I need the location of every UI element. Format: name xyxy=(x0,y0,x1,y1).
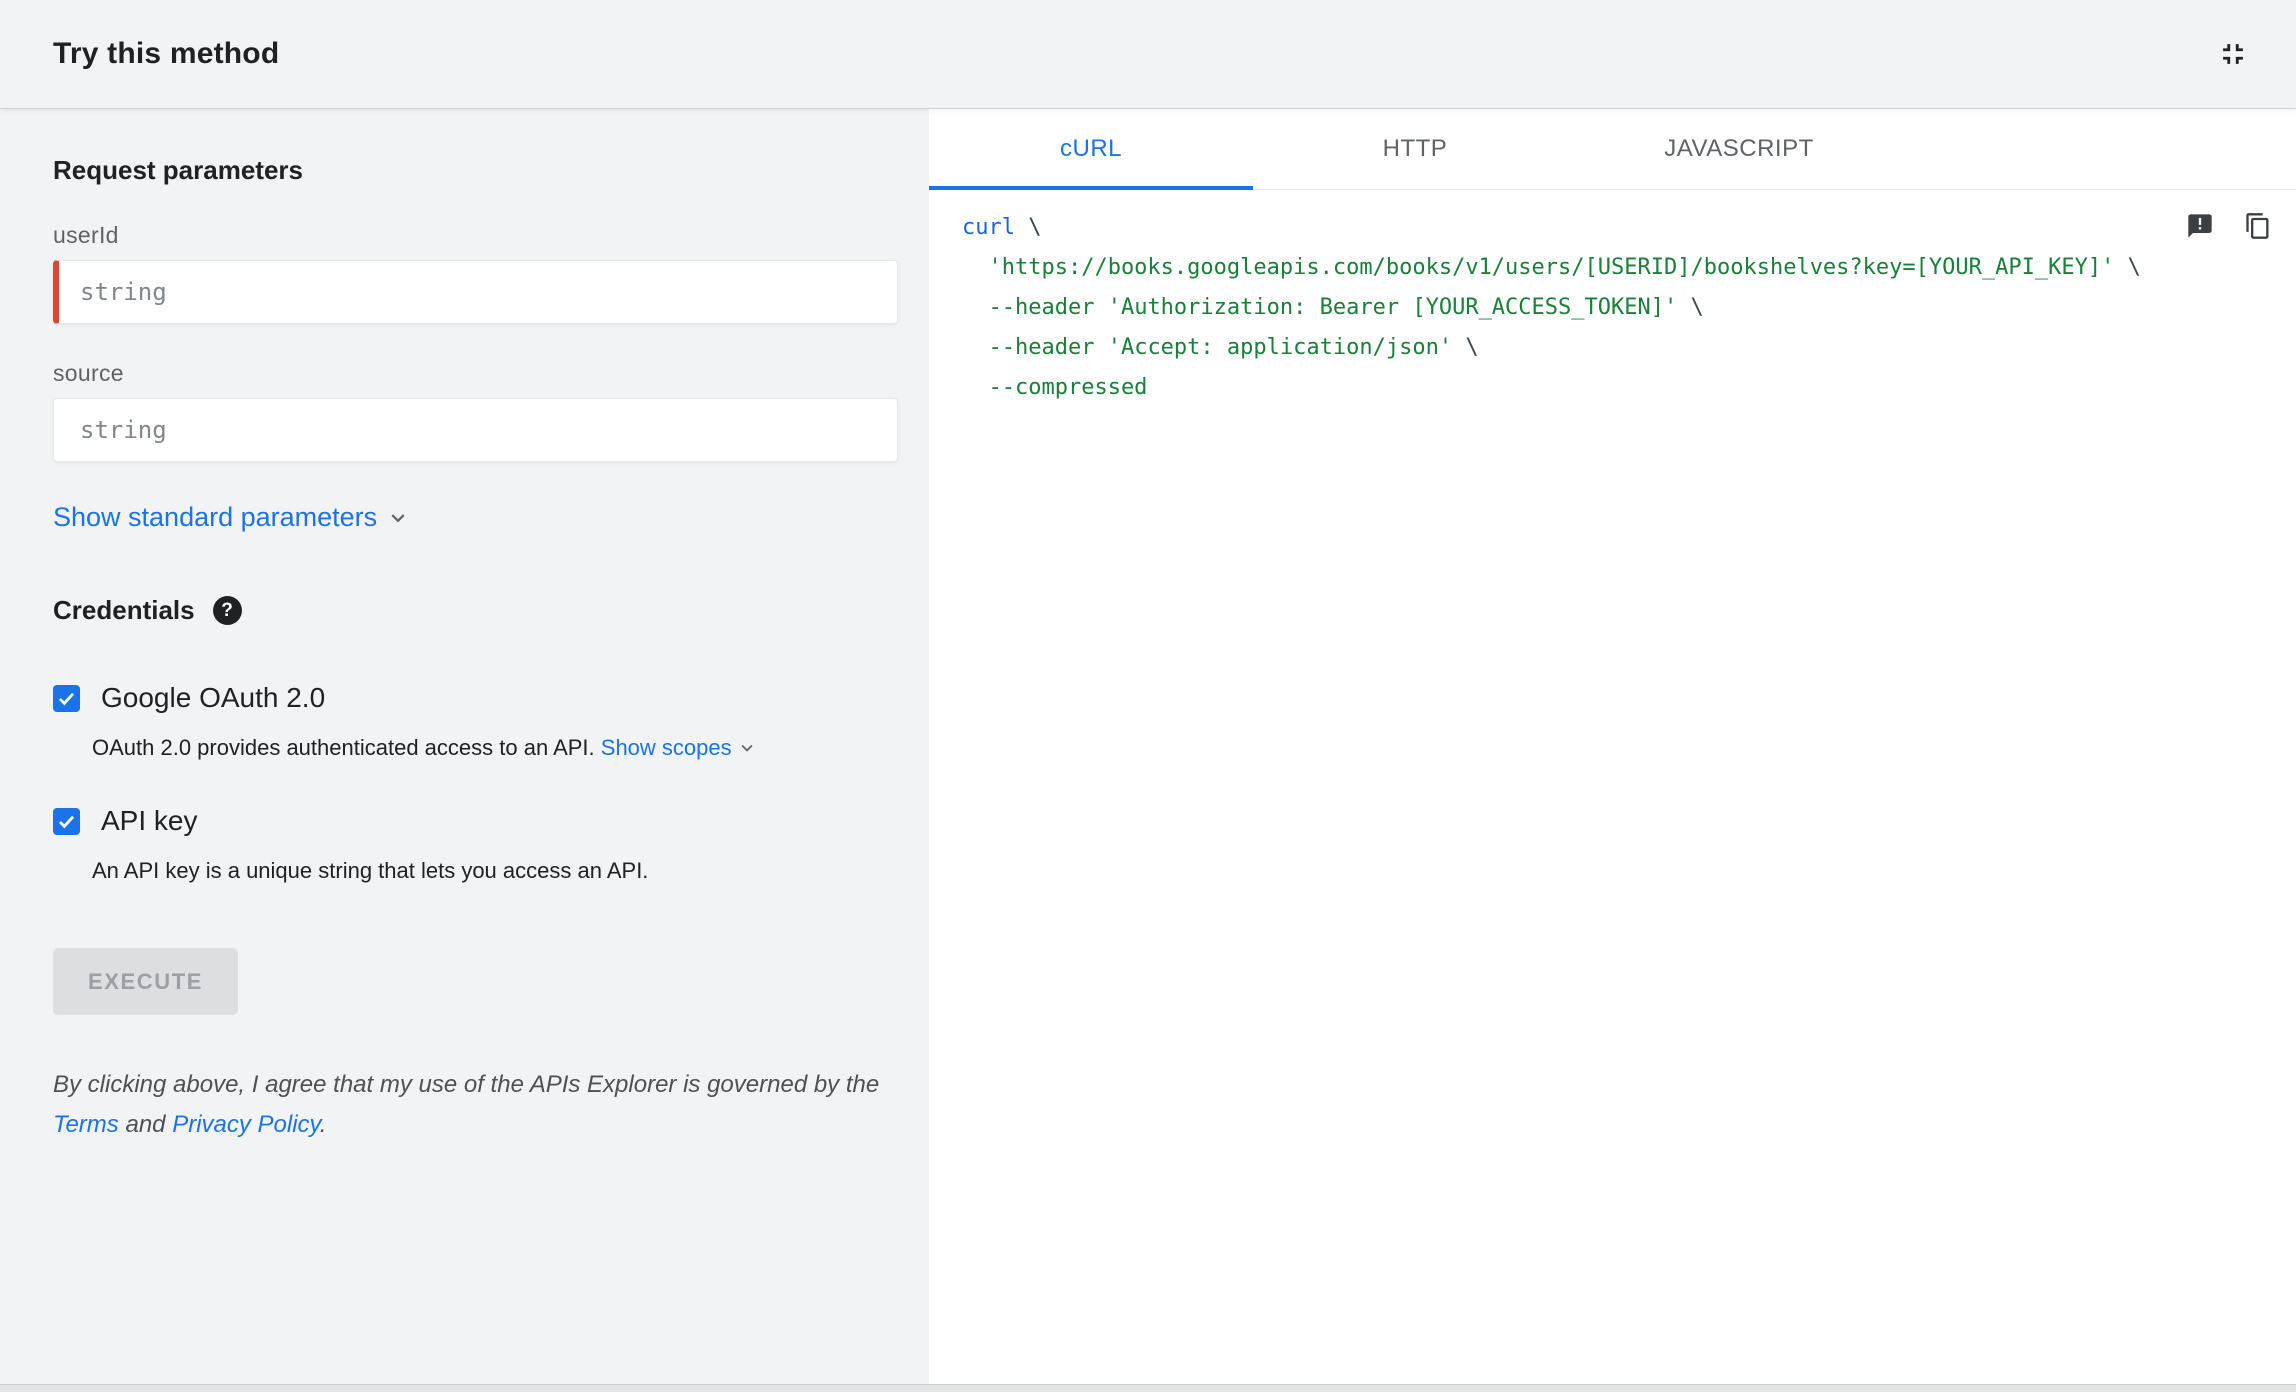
tab-javascript[interactable]: JAVASCRIPT xyxy=(1577,109,1901,189)
code-token: \ xyxy=(1452,335,1479,360)
api-key-label: API key xyxy=(101,805,198,836)
copy-code-button[interactable] xyxy=(2240,208,2276,244)
code-token: curl xyxy=(962,215,1015,240)
code-token: \ xyxy=(1677,295,1704,320)
code-sample-panel: cURL HTTP JAVASCRIPT curl \ 'https://boo… xyxy=(929,109,2296,1384)
tab-http-label: HTTP xyxy=(1382,135,1448,162)
copy-icon xyxy=(2246,213,2269,239)
field-userid-label: userId xyxy=(53,222,119,248)
disclaimer-text: By clicking above, I agree that my use o… xyxy=(53,1071,880,1098)
show-standard-parameters-link[interactable]: Show standard parameters xyxy=(53,502,411,533)
tab-http[interactable]: HTTP xyxy=(1253,109,1577,189)
tab-curl[interactable]: cURL xyxy=(929,109,1253,190)
privacy-policy-link[interactable]: Privacy Policy xyxy=(172,1111,320,1138)
request-parameters-title: Request parameters xyxy=(53,155,303,185)
show-scopes-label: Show scopes xyxy=(600,735,732,760)
api-key-checkbox[interactable] xyxy=(53,807,80,835)
code-line: --header 'Authorization: Bearer [YOUR_AC… xyxy=(962,288,2206,328)
feedback-button[interactable] xyxy=(2182,208,2218,244)
field-source: source xyxy=(53,360,898,462)
source-input[interactable] xyxy=(53,398,898,462)
show-scopes-link[interactable]: Show scopes xyxy=(601,735,758,761)
feedback-icon xyxy=(2188,214,2212,238)
disclaimer-end: . xyxy=(319,1111,327,1138)
chevron-down-icon xyxy=(741,744,753,752)
request-panel: Request parameters userId source Show st… xyxy=(0,109,929,1384)
code-line: 'https://books.googleapis.com/books/v1/u… xyxy=(962,248,2206,288)
execute-button[interactable]: EXECUTE xyxy=(53,948,238,1015)
code-token: 'Authorization: Bearer [YOUR_ACCESS_TOKE… xyxy=(1107,295,1678,320)
code-token: \ xyxy=(2114,255,2141,280)
oauth-description-text: OAuth 2.0 provides authenticated access … xyxy=(92,735,601,760)
fullscreen-exit-button[interactable] xyxy=(2212,33,2254,75)
main-content: Request parameters userId source Show st… xyxy=(0,109,2296,1385)
show-standard-parameters-label: Show standard parameters xyxy=(53,502,378,532)
try-this-method-panel: Try this method Request parameters userI… xyxy=(0,0,2296,1385)
code-token: \ xyxy=(1014,215,1042,240)
oauth-label: Google OAuth 2.0 xyxy=(101,682,326,713)
oauth-checkbox-row: Google OAuth 2.0 xyxy=(53,682,929,714)
api-key-checkbox-row: API key xyxy=(53,805,929,837)
code-token: 'Accept: application/json' xyxy=(1107,335,1453,360)
tab-javascript-label: JAVASCRIPT xyxy=(1664,135,1814,162)
code-token: --compressed xyxy=(962,375,1148,400)
fullscreen-exit-icon xyxy=(2223,44,2243,64)
credentials-header: Credentials ? xyxy=(53,595,929,626)
panel-header: Try this method xyxy=(0,0,2296,109)
check-icon xyxy=(58,815,75,828)
disclaimer: By clicking above, I agree that my use o… xyxy=(53,1065,903,1145)
code-actions xyxy=(2182,208,2276,244)
code-area: curl \ 'https://books.googleapis.com/boo… xyxy=(929,190,2296,1384)
chevron-down-icon xyxy=(391,513,405,522)
terms-link[interactable]: Terms xyxy=(53,1111,119,1138)
api-key-description: An API key is a unique string that lets … xyxy=(92,858,649,883)
oauth-description: OAuth 2.0 provides authenticated access … xyxy=(92,735,882,761)
credentials-title: Credentials xyxy=(53,595,195,625)
field-source-label: source xyxy=(53,360,124,386)
userid-input[interactable] xyxy=(53,260,898,324)
oauth-checkbox[interactable] xyxy=(53,684,80,712)
panel-title: Try this method xyxy=(53,37,280,70)
tab-curl-label: cURL xyxy=(1059,135,1122,162)
code-block: curl \ 'https://books.googleapis.com/boo… xyxy=(962,208,2206,408)
code-line: --header 'Accept: application/json' \ xyxy=(962,328,2206,368)
code-tabs: cURL HTTP JAVASCRIPT xyxy=(929,109,2296,190)
code-line: --compressed xyxy=(962,368,2206,408)
code-line: curl \ xyxy=(962,208,2206,248)
disclaimer-middle: and xyxy=(118,1111,173,1138)
code-token: --header xyxy=(962,335,1108,360)
field-userid: userId xyxy=(53,222,898,324)
code-token: 'https://books.googleapis.com/books/v1/u… xyxy=(962,255,2115,280)
code-token: --header xyxy=(962,295,1108,320)
help-icon[interactable]: ? xyxy=(212,596,242,625)
check-icon xyxy=(58,692,75,705)
